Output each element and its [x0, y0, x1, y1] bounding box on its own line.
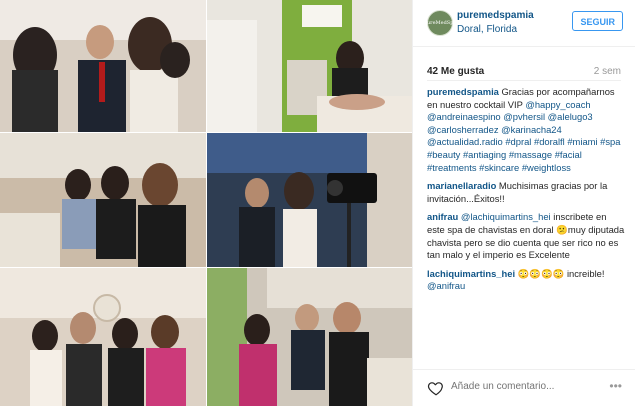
photo-collage[interactable]	[0, 0, 412, 406]
username-link[interactable]: puremedspamia	[457, 10, 534, 21]
comment-author[interactable]: lachiquimartins_hei	[427, 268, 515, 279]
time-ago: 2 sem	[593, 66, 621, 77]
comment-item: marianellaradio Muchisimas gracias por l…	[427, 180, 626, 205]
photo-group-at-event	[0, 0, 206, 132]
comment-item: lachiquimartins_hei 😳😳😳😳 increible! @ani…	[427, 268, 626, 293]
heart-icon[interactable]	[427, 379, 445, 397]
more-options-icon[interactable]: •••	[609, 379, 622, 393]
photo-spa-treatment-room	[207, 0, 412, 132]
comment-text: 😳😳😳😳 increible!	[517, 267, 605, 279]
comment-bar: •••	[413, 369, 635, 406]
divider	[427, 80, 621, 81]
comments-list: puremedspamia Gracias por acompañarnos e…	[427, 86, 626, 299]
photo-interview-camera	[207, 133, 412, 267]
photo-group-with-drinks	[207, 268, 412, 406]
location-link[interactable]: Doral, Florida	[457, 24, 517, 35]
post-sidebar: PureMedSpa puremedspamia Doral, Florida …	[412, 0, 635, 406]
comment-author[interactable]: puremedspamia	[427, 86, 499, 97]
comment-item: anifrau @lachiquimartins_hei inscribete …	[427, 211, 626, 261]
photo-five-people-posing	[0, 268, 206, 406]
photo-women-on-sofa	[0, 133, 206, 267]
comment-input[interactable]	[451, 381, 583, 392]
comment-author[interactable]: anifrau	[427, 211, 458, 222]
comment-author[interactable]: marianellaradio	[427, 180, 496, 191]
post-header: PureMedSpa puremedspamia Doral, Florida …	[413, 0, 635, 47]
follow-button[interactable]: SEGUIR	[572, 11, 623, 31]
likes-count[interactable]: 42 Me gusta	[427, 66, 484, 77]
avatar[interactable]: PureMedSpa	[424, 10, 456, 36]
comment-mention[interactable]: @lachiquimartins_hei	[461, 211, 551, 222]
comment-mention[interactable]: @anifrau	[427, 280, 465, 291]
comment-item: puremedspamia Gracias por acompañarnos e…	[427, 86, 626, 174]
